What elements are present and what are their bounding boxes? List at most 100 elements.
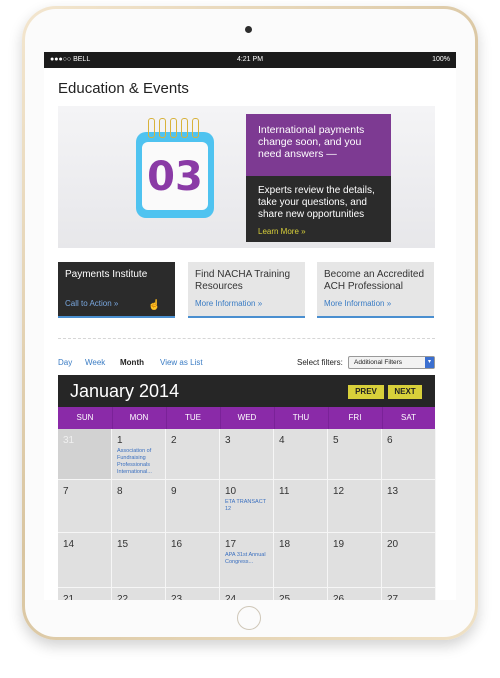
view-month-link[interactable]: Month — [120, 358, 144, 367]
day-number: 3 — [225, 435, 231, 446]
calendar-day-cell[interactable]: 4 — [274, 429, 328, 480]
calendar-day-cell[interactable]: 12 — [328, 480, 382, 533]
prev-month-button[interactable]: PREV — [348, 385, 384, 399]
day-number: 9 — [171, 486, 177, 497]
day-number: 5 — [333, 435, 339, 446]
day-number: 6 — [387, 435, 393, 446]
day-number: 20 — [387, 539, 399, 550]
day-number: 18 — [279, 539, 291, 550]
filters-label: Select filters: — [297, 358, 343, 367]
view-day-link[interactable]: Day — [58, 358, 72, 367]
camera-icon — [245, 26, 252, 33]
calendar-day-cell[interactable]: 22 — [112, 588, 166, 600]
promo-headline: International payments change soon, and … — [258, 124, 365, 160]
day-number: 8 — [117, 486, 123, 497]
status-bar: ●●●○○ BELL 4:21 PM 100% — [44, 52, 456, 68]
calendar-day-cell[interactable]: 27 — [382, 588, 436, 600]
promo-body-box: Experts review the details, take your qu… — [246, 176, 391, 242]
weekday-label: WED — [220, 407, 275, 429]
chevron-down-icon: ▾ — [425, 357, 434, 368]
filters-selected-value: Additional Filters — [354, 359, 403, 366]
card-training-resources[interactable]: Find NACHA Training Resources More Infor… — [188, 262, 305, 318]
screen: ●●●○○ BELL 4:21 PM 100% Education & Even… — [44, 52, 456, 600]
event-link[interactable]: ETA TRANSACT 12 — [225, 499, 273, 513]
calendar-day-cell[interactable]: 15 — [112, 533, 166, 588]
day-number: 16 — [171, 539, 183, 550]
day-number: 21 — [63, 594, 75, 600]
day-number: 26 — [333, 594, 345, 600]
day-number: 27 — [387, 594, 399, 600]
calendar-day-cell[interactable]: 20 — [382, 533, 436, 588]
calendar-day-cell[interactable]: 25 — [274, 588, 328, 600]
calendar-day-cell[interactable]: 14 — [58, 533, 112, 588]
weekday-label: THU — [274, 407, 329, 429]
calendar-day-cell[interactable]: 5 — [328, 429, 382, 480]
day-number: 4 — [279, 435, 285, 446]
calendar-day-cell[interactable]: 18 — [274, 533, 328, 588]
view-week-link[interactable]: Week — [85, 358, 105, 367]
day-number: 14 — [63, 539, 75, 550]
day-number: 24 — [225, 594, 237, 600]
card-accredited-professional[interactable]: Become an Accredited ACH Professional Mo… — [317, 262, 434, 318]
weekday-label: TUE — [166, 407, 221, 429]
day-number: 31 — [63, 435, 75, 446]
day-number: 15 — [117, 539, 129, 550]
calendar-day-cell[interactable]: 19 — [328, 533, 382, 588]
calendar-day-cell[interactable]: 13 — [382, 480, 436, 533]
calendar-header: January 2014 PREV NEXT — [58, 375, 435, 407]
calendar-day-cell[interactable]: 3 — [220, 429, 274, 480]
calendar-day-cell[interactable]: 11 — [274, 480, 328, 533]
card-link[interactable]: More Information » — [195, 299, 262, 308]
calendar-day-cell[interactable]: 2 — [166, 429, 220, 480]
weekday-header: SUN MON TUE WED THU FRI SAT — [58, 407, 435, 429]
calendar-view-bar: Day Week Month View as List Select filte… — [58, 356, 435, 372]
calendar-day-cell[interactable]: 21 — [58, 588, 112, 600]
day-number: 10 — [225, 486, 237, 497]
card-payments-institute[interactable]: Payments Institute Call to Action » ☝ — [58, 262, 175, 318]
view-list-link[interactable]: View as List — [160, 358, 203, 367]
day-number: 17 — [225, 539, 237, 550]
event-link[interactable]: APA 31st Annual Congress... — [225, 552, 273, 566]
calendar-day-cell[interactable]: 16 — [166, 533, 220, 588]
promo-headline-box: International payments change soon, and … — [246, 114, 391, 176]
card-title: Payments Institute — [65, 269, 148, 280]
calendar-day-cell[interactable]: 31 — [58, 429, 112, 480]
calendar-day-cell[interactable]: 7 — [58, 480, 112, 533]
weekday-label: FRI — [328, 407, 383, 429]
calendar-day-cell[interactable]: 26 — [328, 588, 382, 600]
calendar-day-cell[interactable]: 1 Association of Fundraising Professional… — [112, 429, 166, 480]
day-number: 2 — [171, 435, 177, 446]
day-number: 7 — [63, 486, 69, 497]
learn-more-link[interactable]: Learn More » — [258, 227, 306, 236]
event-link[interactable]: Association of Fundraising Professionals… — [117, 448, 165, 476]
clock: 4:21 PM — [236, 56, 264, 63]
day-number: 25 — [279, 594, 291, 600]
card-link[interactable]: More Information » — [324, 299, 391, 308]
hero-banner: 03 International payments change soon, a… — [58, 106, 435, 248]
calendar-face: 03 — [142, 142, 208, 210]
day-number: 19 — [333, 539, 345, 550]
hand-cursor-icon: ☝ — [148, 300, 161, 311]
day-number: 12 — [333, 486, 345, 497]
card-title: Become an Accredited ACH Professional — [324, 269, 425, 292]
calendar-month-title: January 2014 — [70, 381, 180, 401]
calendar-day-cell[interactable]: 9 — [166, 480, 220, 533]
calendar-day-cell[interactable]: 17 APA 31st Annual Congress... — [220, 533, 274, 588]
day-number: 22 — [117, 594, 129, 600]
spiral-rings-icon — [148, 118, 202, 138]
calendar-day-cell[interactable]: 8 — [112, 480, 166, 533]
divider — [58, 338, 435, 339]
calendar-grid: 31 1 Association of Fundraising Professio… — [58, 429, 436, 600]
page-title: Education & Events — [58, 80, 189, 97]
calendar-day-cell[interactable]: 10 ETA TRANSACT 12 — [220, 480, 274, 533]
card-link[interactable]: Call to Action » — [65, 299, 118, 308]
day-number: 11 — [279, 486, 290, 497]
home-button[interactable] — [237, 606, 261, 630]
promo-body: Experts review the details, take your qu… — [258, 185, 375, 220]
calendar-day-cell[interactable]: 23 — [166, 588, 220, 600]
filters-select[interactable]: Additional Filters ▾ — [348, 356, 435, 369]
calendar-day-cell[interactable]: 24 — [220, 588, 274, 600]
next-month-button[interactable]: NEXT — [388, 385, 422, 399]
calendar-day-cell[interactable]: 6 — [382, 429, 436, 480]
day-number: 13 — [387, 486, 399, 497]
